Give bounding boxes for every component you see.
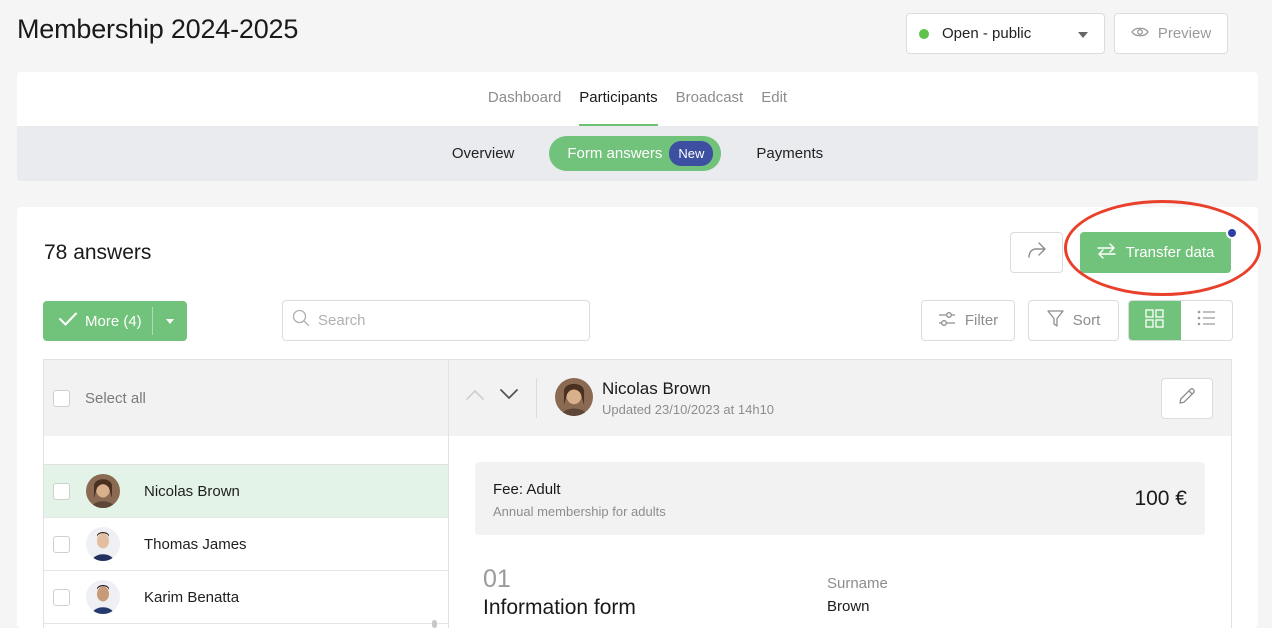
section-number: 01 xyxy=(483,565,511,593)
answer-detail: Nicolas Brown Updated 23/10/2023 at 14h1… xyxy=(449,359,1232,628)
row-checkbox[interactable] xyxy=(53,482,70,500)
row-checkbox[interactable] xyxy=(53,535,70,553)
status-dot xyxy=(919,28,929,39)
edit-button[interactable] xyxy=(1161,378,1213,419)
new-badge: New xyxy=(669,141,714,166)
page-title: Membership 2024-2025 xyxy=(17,14,299,44)
list-item[interactable]: Karim Benatta xyxy=(44,571,448,624)
participant-name: Karim Benatta xyxy=(144,588,240,606)
avatar xyxy=(555,378,593,416)
tab-participants[interactable]: Participants xyxy=(570,72,666,126)
fee-summary: Fee: Adult Annual membership for adults … xyxy=(475,462,1205,535)
preview-button[interactable]: Preview xyxy=(1114,13,1228,54)
view-toggle xyxy=(1128,300,1233,341)
record-navigation xyxy=(465,388,519,406)
sort-label: Sort xyxy=(1072,312,1101,329)
row-checkbox[interactable] xyxy=(53,588,70,606)
select-all-label: Select all xyxy=(85,389,146,407)
list-item[interactable]: Thomas James xyxy=(44,518,448,571)
filter-label: Filter xyxy=(964,312,999,329)
grid-icon xyxy=(1145,308,1164,333)
subtab-form-answers[interactable]: Form answers New xyxy=(549,136,722,171)
more-dropdown-toggle[interactable] xyxy=(153,318,187,324)
tab-dashboard[interactable]: Dashboard xyxy=(479,72,570,126)
list-item[interactable]: Nicolas Brown xyxy=(44,465,448,518)
avatar xyxy=(86,527,120,561)
fee-description: Annual membership for adults xyxy=(493,504,666,519)
section-title: Information form xyxy=(483,596,636,619)
status-select-value: Open - public xyxy=(942,25,1032,42)
avatar xyxy=(86,580,120,614)
subtab-form-answers-label: Form answers xyxy=(567,145,663,162)
search-input[interactable] xyxy=(318,312,578,329)
avatar xyxy=(86,474,120,508)
chevron-up-icon[interactable] xyxy=(465,388,485,406)
list-spacer xyxy=(44,436,448,465)
participant-name: Thomas James xyxy=(144,535,247,553)
search-icon xyxy=(292,309,310,332)
tab-broadcast[interactable]: Broadcast xyxy=(667,72,753,126)
detail-updated: Updated 23/10/2023 at 14h10 xyxy=(602,402,775,417)
sub-navigation: Overview Form answers New Payments xyxy=(17,126,1258,181)
participant-name: Nicolas Brown xyxy=(144,482,240,500)
highlight-annotation-ring xyxy=(1064,200,1261,296)
share-icon xyxy=(1027,241,1047,264)
more-actions-button[interactable]: More (4) xyxy=(43,301,187,341)
tab-edit[interactable]: Edit xyxy=(752,72,796,126)
answers-count: 78 answers xyxy=(44,241,152,264)
grid-view-button[interactable] xyxy=(1129,301,1181,340)
eye-icon xyxy=(1131,25,1149,42)
search-field[interactable] xyxy=(282,300,590,341)
detail-header: Nicolas Brown Updated 23/10/2023 at 14h1… xyxy=(449,360,1231,436)
pencil-icon xyxy=(1178,387,1196,410)
subtab-payments[interactable]: Payments xyxy=(738,136,841,171)
field-label-surname: Surname xyxy=(827,575,888,592)
subtab-overview[interactable]: Overview xyxy=(434,136,533,171)
more-label: More (4) xyxy=(85,312,142,330)
navigation-card: Dashboard Participants Broadcast Edit Ov… xyxy=(17,72,1258,181)
main-tabs: Dashboard Participants Broadcast Edit xyxy=(17,72,1258,126)
chevron-down-icon xyxy=(1078,32,1088,38)
share-button[interactable] xyxy=(1010,232,1063,273)
status-select[interactable]: Open - public xyxy=(906,13,1105,54)
sort-button[interactable]: Sort xyxy=(1028,300,1119,341)
list-view-button[interactable] xyxy=(1181,301,1233,340)
more-main[interactable]: More (4) xyxy=(43,301,152,341)
participants-list: Select all Nicolas Brown Thomas James Ka… xyxy=(43,359,449,628)
chevron-down-icon[interactable] xyxy=(499,388,519,406)
filter-button[interactable]: Filter xyxy=(921,300,1015,341)
list-icon xyxy=(1197,310,1216,331)
caret-down-icon xyxy=(166,318,174,324)
check-icon xyxy=(59,312,77,330)
fee-amount: 100 € xyxy=(1134,487,1187,510)
fee-title: Fee: Adult xyxy=(493,481,561,498)
detail-name: Nicolas Brown xyxy=(602,379,711,398)
preview-label: Preview xyxy=(1157,25,1212,42)
header-divider xyxy=(536,378,537,418)
field-value-surname: Brown xyxy=(827,598,870,615)
list-header: Select all xyxy=(44,360,448,436)
sliders-icon xyxy=(938,311,956,331)
select-all-checkbox[interactable] xyxy=(53,389,70,407)
funnel-icon xyxy=(1047,309,1064,332)
list-scrollbar[interactable] xyxy=(432,620,437,628)
